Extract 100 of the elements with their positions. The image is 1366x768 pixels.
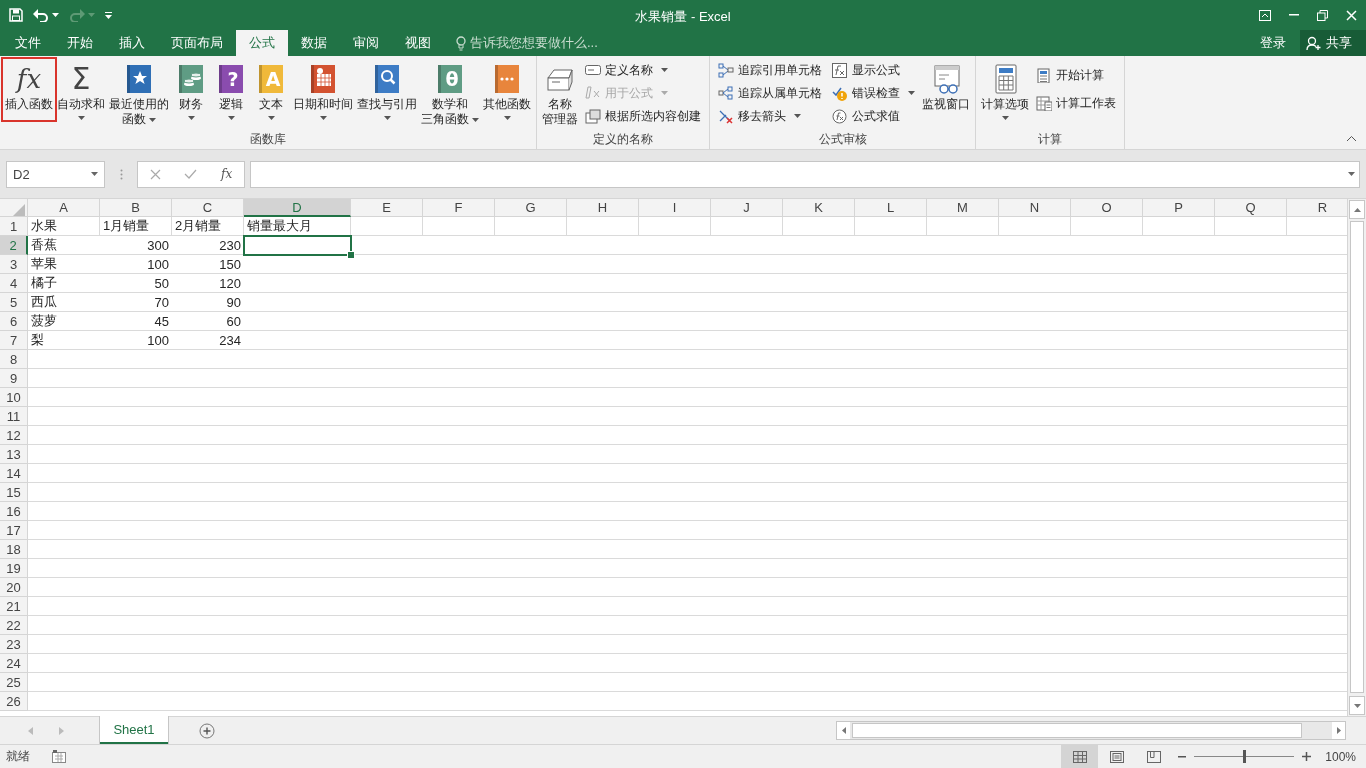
row-header[interactable]: 3 — [0, 255, 28, 274]
name-box[interactable]: D2 — [6, 160, 105, 188]
column-header[interactable]: B — [100, 199, 172, 217]
table-cell-text: 100 — [146, 331, 170, 350]
row-header[interactable]: 16 — [0, 502, 28, 521]
ribbon-button[interactable]: 计算工作表 — [1033, 92, 1119, 114]
sheet-tab[interactable]: Sheet1 — [100, 716, 168, 744]
ribbon-tab[interactable]: 数据 — [288, 30, 340, 56]
column-header[interactable]: M — [927, 199, 999, 217]
column-header[interactable]: E — [351, 199, 423, 217]
ribbon-button[interactable]: 定义名称 — [582, 59, 704, 81]
table-cell-text: 150 — [218, 255, 242, 274]
ribbon-button[interactable]: 根据所选内容创建 — [582, 105, 704, 127]
column-header[interactable]: G — [495, 199, 567, 217]
column-header[interactable]: F — [423, 199, 495, 217]
row-header[interactable]: 13 — [0, 445, 28, 464]
ribbon-button[interactable]: fx 插入函数 — [3, 59, 55, 120]
formula-input[interactable] — [250, 160, 1360, 188]
row-header[interactable]: 1 — [0, 217, 28, 236]
caret-icon — [187, 116, 195, 120]
ribbon-tab[interactable]: 插入 — [106, 30, 158, 56]
column-header[interactable]: L — [855, 199, 927, 217]
page-break-icon — [1146, 750, 1161, 763]
column-header[interactable]: K — [783, 199, 855, 217]
ribbon-button[interactable]: Σ 自动求和 — [55, 59, 107, 124]
row-header[interactable]: 26 — [0, 692, 28, 711]
ribbon-tab[interactable]: 页面布局 — [158, 30, 236, 56]
ribbon-button[interactable]: 查找与引用 — [355, 59, 419, 124]
caret-icon — [319, 116, 327, 120]
save-icon — [9, 8, 23, 22]
table-cell-text: 90 — [225, 293, 242, 312]
zoom-slider-thumb[interactable] — [1243, 750, 1247, 763]
row-header[interactable]: 19 — [0, 559, 28, 578]
row-header[interactable]: 25 — [0, 673, 28, 692]
column-header[interactable]: D — [244, 199, 351, 217]
row-header[interactable]: 22 — [0, 616, 28, 635]
row-header[interactable]: 24 — [0, 654, 28, 673]
zoom-level[interactable]: 100% — [1317, 749, 1366, 764]
ribbon-button[interactable]: 追踪从属单元格 — [715, 82, 825, 104]
sign-in-link[interactable]: 登录 — [1246, 34, 1300, 52]
tell-me-field[interactable]: 告诉我您想要做什么... — [470, 34, 598, 52]
ribbon-tab[interactable]: 开始 — [54, 30, 106, 56]
table-cell-text: 水果 — [30, 217, 58, 235]
caret-icon — [1353, 703, 1361, 708]
row-header[interactable]: 4 — [0, 274, 28, 293]
column-header[interactable]: N — [999, 199, 1071, 217]
row-header[interactable]: 7 — [0, 331, 28, 350]
ribbon-button[interactable]: A 文本 — [251, 59, 291, 124]
ribbon-button[interactable]: 最近使用的 函数 — [107, 59, 171, 127]
row-header[interactable]: 15 — [0, 483, 28, 502]
ribbon-tab[interactable]: 公式 — [236, 30, 288, 56]
row-header[interactable]: 9 — [0, 369, 28, 388]
share-button[interactable]: 共享 — [1300, 30, 1366, 56]
restore-icon — [1317, 9, 1328, 21]
ribbon-tab[interactable]: 视图 — [392, 30, 444, 56]
ribbon-button[interactable]: 财务 — [171, 59, 211, 124]
ribbon-button[interactable]: 移去箭头 — [715, 105, 825, 127]
row-header[interactable]: 10 — [0, 388, 28, 407]
ribbon-tab[interactable]: 审阅 — [340, 30, 392, 56]
row-header[interactable]: 14 — [0, 464, 28, 483]
column-header[interactable]: H — [567, 199, 639, 217]
ribbon-button[interactable]: θ 数学和 三角函数 — [419, 59, 481, 127]
row-header[interactable]: 12 — [0, 426, 28, 445]
row-header[interactable]: 20 — [0, 578, 28, 597]
ribbon-button[interactable]: 错误检查 — [829, 82, 918, 104]
ribbon-button[interactable]: 其他函数 — [481, 59, 533, 124]
ribbon-button[interactable]: 公式求值 — [829, 105, 918, 127]
caret-icon — [149, 117, 156, 122]
column-header[interactable]: J — [711, 199, 783, 217]
collapse-ribbon-button[interactable] — [1345, 134, 1358, 143]
row-header[interactable]: 18 — [0, 540, 28, 559]
ribbon-button[interactable]: 监视窗口 — [920, 59, 972, 112]
column-header[interactable]: I — [639, 199, 711, 217]
row-header[interactable]: 8 — [0, 350, 28, 369]
vertical-scrollbar[interactable] — [1347, 199, 1366, 716]
row-header[interactable]: 5 — [0, 293, 28, 312]
ribbon-button[interactable]: ? 逻辑 — [211, 59, 251, 124]
row-header[interactable]: 17 — [0, 521, 28, 540]
column-header[interactable]: Q — [1215, 199, 1287, 217]
row-header[interactable]: 21 — [0, 597, 28, 616]
column-header[interactable]: R — [1287, 199, 1347, 217]
ribbon-button[interactable]: 显示公式 — [829, 59, 918, 81]
table-cell-text: 70 — [153, 293, 170, 312]
column-header[interactable]: A — [28, 199, 100, 217]
ribbon-button[interactable]: 开始计算 — [1033, 64, 1119, 86]
ribbon-button[interactable]: 计算选项 — [979, 59, 1031, 124]
column-header[interactable]: O — [1071, 199, 1143, 217]
ribbon-button[interactable]: 日期和时间 — [291, 59, 355, 124]
ribbon-button[interactable]: 追踪引用单元格 — [715, 59, 825, 81]
horizontal-scrollbar[interactable] — [836, 721, 1346, 740]
row-header[interactable]: 2 — [0, 236, 28, 255]
column-header[interactable]: C — [172, 199, 244, 217]
row-header[interactable]: 6 — [0, 312, 28, 331]
ribbon-button[interactable]: 名称 管理器 — [540, 59, 580, 127]
row-header[interactable]: 23 — [0, 635, 28, 654]
row-header[interactable]: 11 — [0, 407, 28, 426]
file-tab[interactable]: 文件 — [2, 30, 54, 56]
view-button[interactable] — [1061, 745, 1099, 768]
column-header[interactable]: P — [1143, 199, 1215, 217]
insert-function-button[interactable]: fx — [219, 165, 235, 183]
